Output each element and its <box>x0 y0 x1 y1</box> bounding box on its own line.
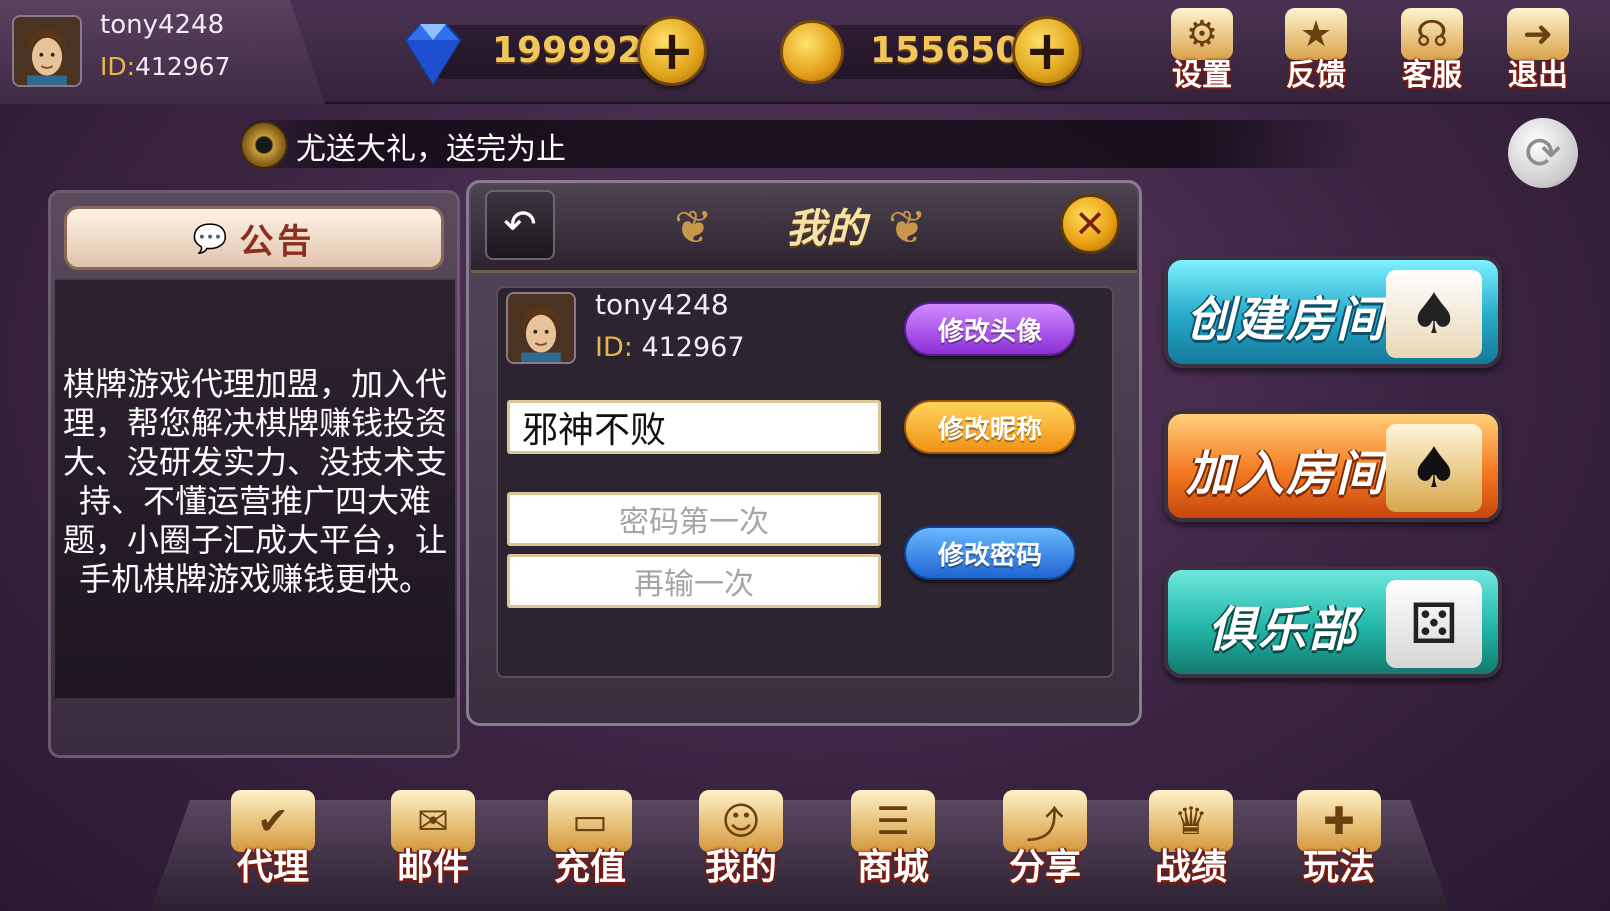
nav-agent[interactable]: ✔ 代理 <box>218 790 328 900</box>
close-icon: ✕ <box>1074 202 1106 246</box>
diamond-icon <box>396 18 470 88</box>
add-diamonds-button[interactable]: + <box>637 16 707 86</box>
bottom-nav-bar <box>150 800 1450 911</box>
playing-cards-icon: ♠ <box>1386 270 1482 358</box>
username: tony4248 <box>100 10 225 40</box>
notice-body: 棋牌游戏代理加盟，加入代理，帮您解决棋牌赚钱投资大、没研发实力、没技术支持、不懂… <box>62 365 447 598</box>
nav-shop[interactable]: ☰ 商城 <box>838 790 948 900</box>
settings-label: 设置 <box>1172 58 1232 93</box>
laurel-left-icon: ❦ <box>674 200 713 254</box>
password-field[interactable]: 密码第一次 <box>507 492 881 546</box>
mine-panel-title: 我的 <box>786 206 866 252</box>
nav-mail-label: 邮件 <box>396 847 469 888</box>
chat-bubble-icon: 💬 <box>192 221 228 255</box>
settings-button[interactable]: ⚙ 设置 <box>1160 8 1244 96</box>
avatar[interactable] <box>12 15 82 87</box>
exit-label: 退出 <box>1508 58 1568 93</box>
nav-shop-label: 商城 <box>856 847 929 888</box>
speaker-icon <box>240 121 288 169</box>
dice-icon: ⚄ <box>1386 580 1482 668</box>
nav-mail[interactable]: ✉ 邮件 <box>378 790 488 900</box>
nav-recharge[interactable]: ▭ 充值 <box>535 790 645 900</box>
change-avatar-button[interactable]: 修改头像 <box>904 302 1076 356</box>
join-room-button[interactable]: 加入房间 ♠ <box>1164 410 1502 522</box>
nav-share-label: 分享 <box>1008 847 1081 888</box>
join-room-label: 加入房间 <box>1186 446 1387 502</box>
back-arrow-icon: ↶ <box>503 202 537 248</box>
user-id-value: 412967 <box>135 52 231 81</box>
nav-records-label: 战绩 <box>1154 847 1227 888</box>
panel-user-id-prefix: ID: <box>595 332 633 363</box>
create-room-label: 创建房间 <box>1186 292 1387 348</box>
marquee-text: 尤送大礼，送完为止 <box>296 132 566 167</box>
nav-rules[interactable]: ✚ 玩法 <box>1284 790 1394 900</box>
password-repeat-field[interactable]: 再输一次 <box>507 554 881 608</box>
nav-recharge-label: 充值 <box>553 847 626 888</box>
feedback-label: 反馈 <box>1286 58 1346 93</box>
user-id-prefix: ID: <box>100 52 136 81</box>
customer-service-button[interactable]: ☊ 客服 <box>1390 8 1474 96</box>
refresh-icon: ⟳ <box>1524 127 1562 179</box>
close-button[interactable]: ✕ <box>1060 194 1120 254</box>
panel-user-id-value: 412967 <box>641 332 745 363</box>
gold-coin-icon <box>780 20 844 84</box>
nav-mine[interactable]: ☺ 我的 <box>686 790 796 900</box>
add-gold-button[interactable]: + <box>1012 16 1082 86</box>
panel-avatar <box>506 292 576 364</box>
ace-spade-icon: ♠ <box>1386 424 1482 512</box>
feedback-button[interactable]: ★ 反馈 <box>1274 8 1358 96</box>
panel-username: tony4248 <box>595 288 729 321</box>
customer-service-label: 客服 <box>1402 58 1462 93</box>
nav-records[interactable]: ♛ 战绩 <box>1136 790 1246 900</box>
refresh-button[interactable]: ⟳ <box>1508 118 1578 188</box>
nav-rules-label: 玩法 <box>1302 847 1375 888</box>
change-password-button[interactable]: 修改密码 <box>904 526 1076 580</box>
club-button[interactable]: 俱乐部 ⚄ <box>1164 566 1502 678</box>
panel-user-id: ID: 412967 <box>595 332 745 363</box>
diamond-amount: 199992 <box>492 30 643 71</box>
nav-agent-label: 代理 <box>236 847 309 888</box>
create-room-button[interactable]: 创建房间 ♠ <box>1164 256 1502 368</box>
back-button[interactable]: ↶ <box>485 190 555 260</box>
notice-header: 💬 公告 <box>64 206 444 270</box>
gold-amount: 155650 <box>870 30 1021 71</box>
notice-title: 公告 <box>239 221 316 262</box>
exit-button[interactable]: ➜ 退出 <box>1496 8 1580 96</box>
laurel-right-icon: ❦ <box>888 200 927 254</box>
change-nickname-button[interactable]: 修改昵称 <box>904 400 1076 454</box>
club-label: 俱乐部 <box>1208 602 1359 658</box>
nav-mine-label: 我的 <box>704 847 777 888</box>
user-id: ID:412967 <box>100 52 230 81</box>
nickname-field[interactable]: 邪神不败 <box>507 400 881 454</box>
nav-share[interactable]: ⤴ 分享 <box>990 790 1100 900</box>
